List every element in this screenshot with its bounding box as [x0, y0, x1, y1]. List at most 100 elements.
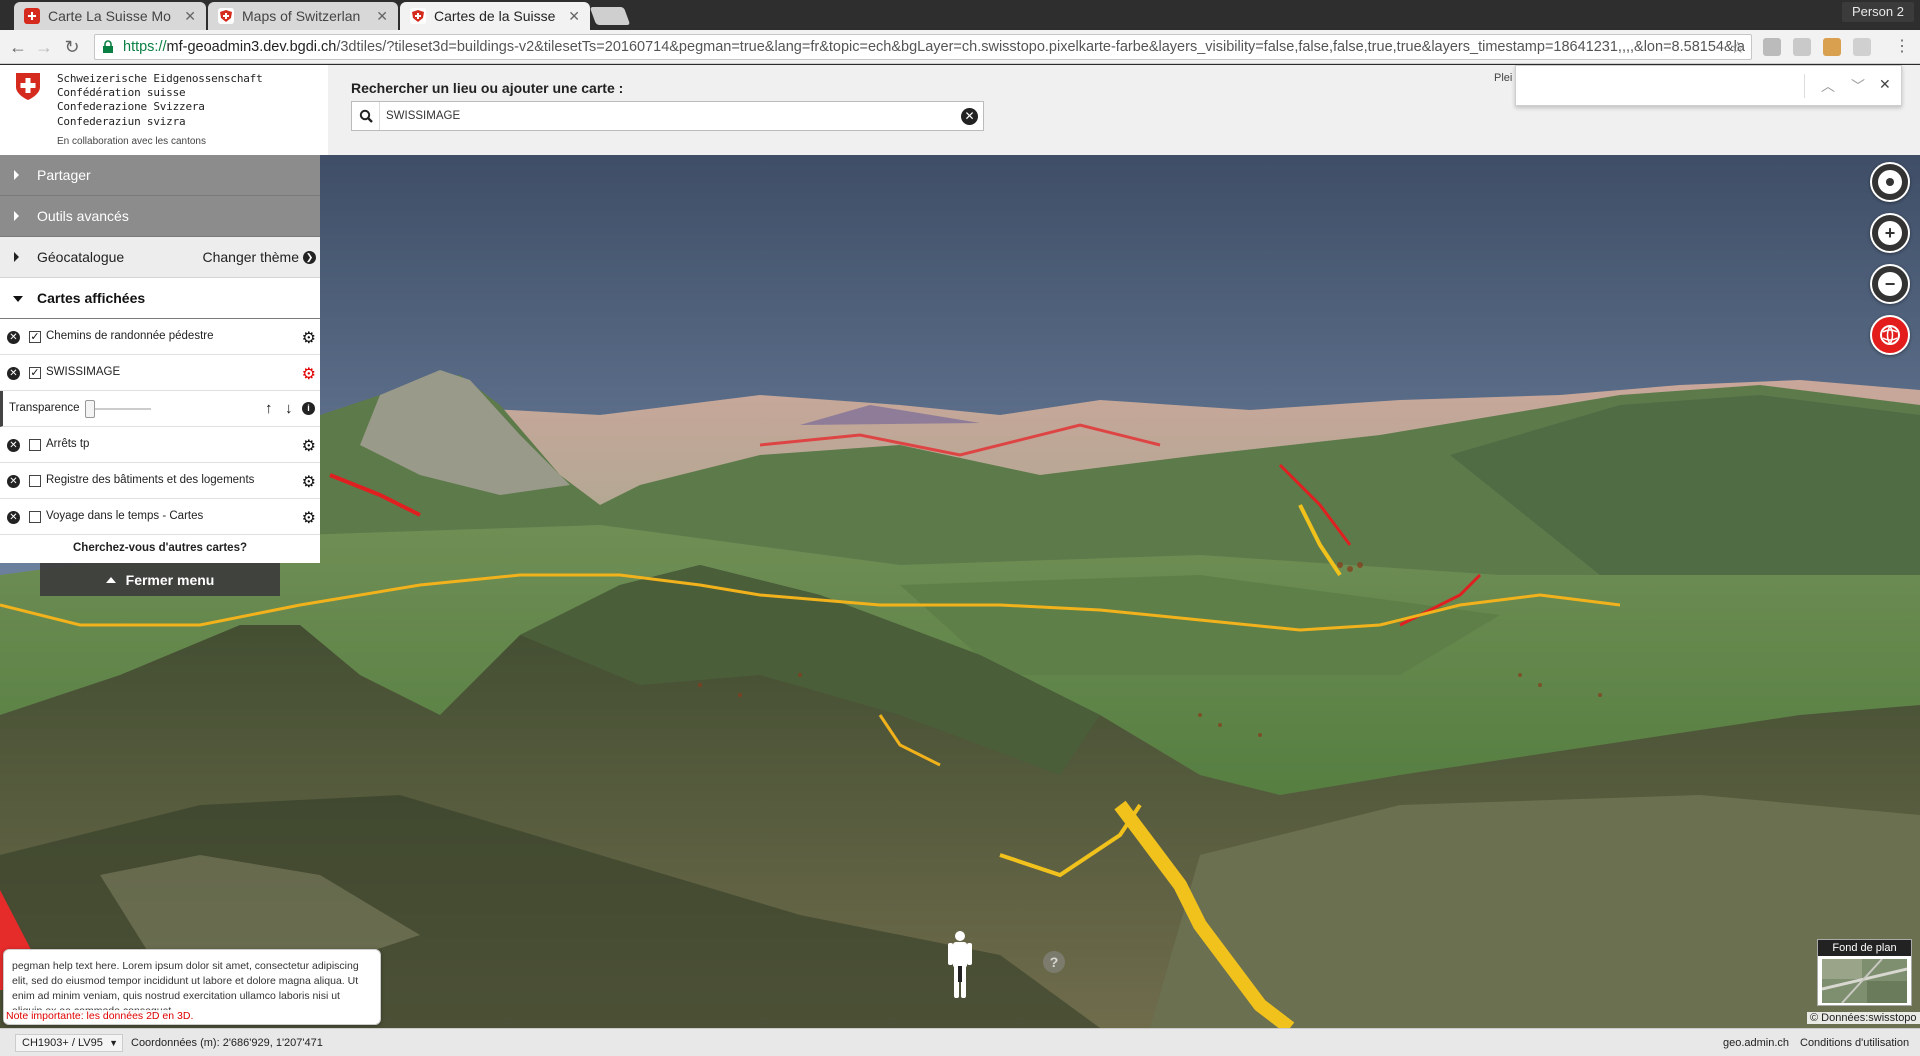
- background-switcher[interactable]: Fond de plan: [1817, 939, 1912, 1006]
- layer-name: Voyage dans le temps - Cartes: [46, 510, 204, 522]
- layer-item: ✕ ✓ Chemins de randonnée pédestre ⚙: [0, 319, 320, 355]
- transparency-label: Transparence: [9, 402, 80, 414]
- gear-icon[interactable]: ⚙: [302, 364, 316, 384]
- extension-icon[interactable]: [1853, 38, 1871, 56]
- bookmark-star-icon[interactable]: ☆: [1731, 38, 1745, 58]
- tab-close-icon[interactable]: ✕: [376, 8, 388, 25]
- projection-select[interactable]: CH1903+ / LV95 ▼: [15, 1034, 123, 1052]
- layer-list: ✕ ✓ Chemins de randonnée pédestre ⚙ ✕ ✓ …: [0, 319, 320, 563]
- help-question-icon[interactable]: ?: [1043, 951, 1065, 973]
- coordinates-readout: Coordonnées (m): 2'686'929, 1'207'471: [131, 1037, 323, 1049]
- gear-icon[interactable]: ⚙: [302, 328, 316, 348]
- layer-visibility-checkbox[interactable]: [29, 439, 41, 451]
- remove-layer-icon[interactable]: ✕: [7, 331, 20, 344]
- transparency-slider-track[interactable]: [87, 408, 151, 410]
- transparency-slider-thumb[interactable]: [85, 400, 95, 418]
- extension-icon[interactable]: [1793, 38, 1811, 56]
- browser-tab-1[interactable]: Carte La Suisse Mo ✕: [14, 2, 206, 30]
- forward-icon[interactable]: →: [33, 36, 55, 58]
- zoom-out-button[interactable]: −: [1870, 264, 1910, 304]
- layer-visibility-checkbox[interactable]: [29, 511, 41, 523]
- brand-line: Confederazione Svizzera: [57, 100, 205, 114]
- layer-name: SWISSIMAGE: [46, 366, 121, 378]
- move-down-icon[interactable]: ↓: [285, 400, 293, 417]
- status-footer: CH1903+ / LV95 ▼ Coordonnées (m): 2'686'…: [0, 1028, 1920, 1056]
- map-attribution: © Données:swisstopo: [1807, 1012, 1920, 1024]
- gear-icon[interactable]: ⚙: [302, 436, 316, 456]
- change-theme-label: Changer thème: [202, 249, 299, 265]
- search-box[interactable]: ✕: [351, 101, 984, 131]
- tab-title: Cartes de la Suisse: [434, 8, 556, 24]
- background-label: Fond de plan: [1818, 940, 1911, 956]
- layer-name: Registre des bâtiments et des logements: [46, 474, 255, 486]
- layer-visibility-checkbox[interactable]: ✓: [29, 331, 41, 343]
- globe-3d-icon: [1880, 325, 1900, 345]
- brand-line: Schweizerische Eidgenossenschaft: [57, 72, 263, 85]
- geo-admin-link[interactable]: geo.admin.ch: [1723, 1037, 1789, 1049]
- menu-share[interactable]: Partager: [0, 155, 320, 196]
- caret-up-icon: [105, 576, 116, 583]
- find-previous-icon[interactable]: ︿: [1821, 76, 1835, 96]
- find-close-icon[interactable]: ✕: [1879, 76, 1891, 93]
- tab-close-icon[interactable]: ✕: [568, 8, 580, 25]
- menu-share-label: Partager: [37, 167, 91, 183]
- url-host: mf-geoadmin3.dev.bgdi.ch: [166, 39, 337, 55]
- menu-tools-label: Outils avancés: [37, 208, 129, 224]
- layer-item: ✕ Registre des bâtiments et des logement…: [0, 463, 320, 499]
- layer-visibility-checkbox[interactable]: [29, 475, 41, 487]
- menu-advanced-tools[interactable]: Outils avancés: [0, 196, 320, 237]
- menu-catalog-label: Géocatalogue: [37, 249, 125, 265]
- geolocation-button[interactable]: [1870, 162, 1910, 202]
- browser-tab-2[interactable]: Maps of Switzerlan ✕: [208, 2, 398, 30]
- layer-name: Arrêts tp: [46, 438, 90, 450]
- important-note: Note importante: les données 2D en 3D.: [4, 1010, 196, 1022]
- extension-icon[interactable]: [1763, 38, 1781, 56]
- browser-toolbar: ← → ↻ https://mf-geoadmin3.dev.bgdi.ch/3…: [0, 30, 1920, 64]
- browser-tab-3[interactable]: Cartes de la Suisse ✕: [400, 2, 590, 30]
- caret-right-icon: [14, 170, 19, 180]
- layer-visibility-checkbox[interactable]: ✓: [29, 367, 41, 379]
- move-up-icon[interactable]: ↑: [265, 400, 273, 417]
- brand-block[interactable]: Schweizerische Eidgenossenschaft Confédé…: [0, 65, 328, 155]
- swiss-crest-icon: [16, 73, 40, 100]
- search-input[interactable]: [386, 106, 936, 126]
- search-icon: [352, 102, 380, 130]
- caret-down-icon: [13, 296, 23, 302]
- side-menu: Partager Outils avancés Géocatalogue Cha…: [0, 155, 320, 563]
- close-menu-button[interactable]: Fermer menu: [40, 563, 280, 596]
- zoom-in-button[interactable]: +: [1870, 213, 1910, 253]
- menu-displayed-maps[interactable]: Cartes affichées: [0, 278, 320, 319]
- gear-icon[interactable]: ⚙: [302, 472, 316, 492]
- more-maps-link[interactable]: Cherchez-vous d'autres cartes?: [0, 535, 320, 563]
- fullscreen-link[interactable]: Plei: [1494, 72, 1512, 84]
- clear-search-icon[interactable]: ✕: [961, 108, 978, 125]
- remove-layer-icon[interactable]: ✕: [7, 475, 20, 488]
- caret-right-icon: [14, 211, 19, 221]
- shield-icon: [410, 8, 426, 24]
- remove-layer-icon[interactable]: ✕: [7, 367, 20, 380]
- profile-button[interactable]: Person 2: [1841, 2, 1914, 22]
- extension-icon[interactable]: [1823, 38, 1841, 56]
- find-input[interactable]: [1524, 74, 1814, 98]
- remove-layer-icon[interactable]: ✕: [7, 439, 20, 452]
- info-icon[interactable]: i: [302, 402, 315, 415]
- layer-options: Transparence ↑ ↓ i: [0, 391, 320, 427]
- menu-displayed-label: Cartes affichées: [37, 290, 146, 306]
- new-tab-button[interactable]: [589, 7, 631, 25]
- toggle-3d-button[interactable]: [1870, 315, 1910, 355]
- change-theme-button[interactable]: Changer thème ❯: [202, 249, 316, 265]
- find-bar: ︿ ﹀ ✕: [1515, 65, 1902, 106]
- pegman-icon[interactable]: [946, 930, 974, 1000]
- menu-geocatalog[interactable]: Géocatalogue Changer thème ❯: [0, 237, 320, 278]
- gear-icon[interactable]: ⚙: [302, 508, 316, 528]
- remove-layer-icon[interactable]: ✕: [7, 511, 20, 524]
- back-icon[interactable]: ←: [7, 36, 29, 58]
- reload-icon[interactable]: ↻: [61, 36, 83, 58]
- projection-value: CH1903+ / LV95: [22, 1037, 103, 1049]
- tab-close-icon[interactable]: ✕: [184, 8, 196, 25]
- terms-link[interactable]: Conditions d'utilisation: [1800, 1037, 1909, 1049]
- chrome-menu-icon[interactable]: ⋮: [1891, 36, 1913, 58]
- address-bar[interactable]: https://mf-geoadmin3.dev.bgdi.ch/3dtiles…: [94, 34, 1752, 60]
- layer-item: ✕ Voyage dans le temps - Cartes ⚙: [0, 499, 320, 535]
- find-next-icon[interactable]: ﹀: [1851, 76, 1865, 96]
